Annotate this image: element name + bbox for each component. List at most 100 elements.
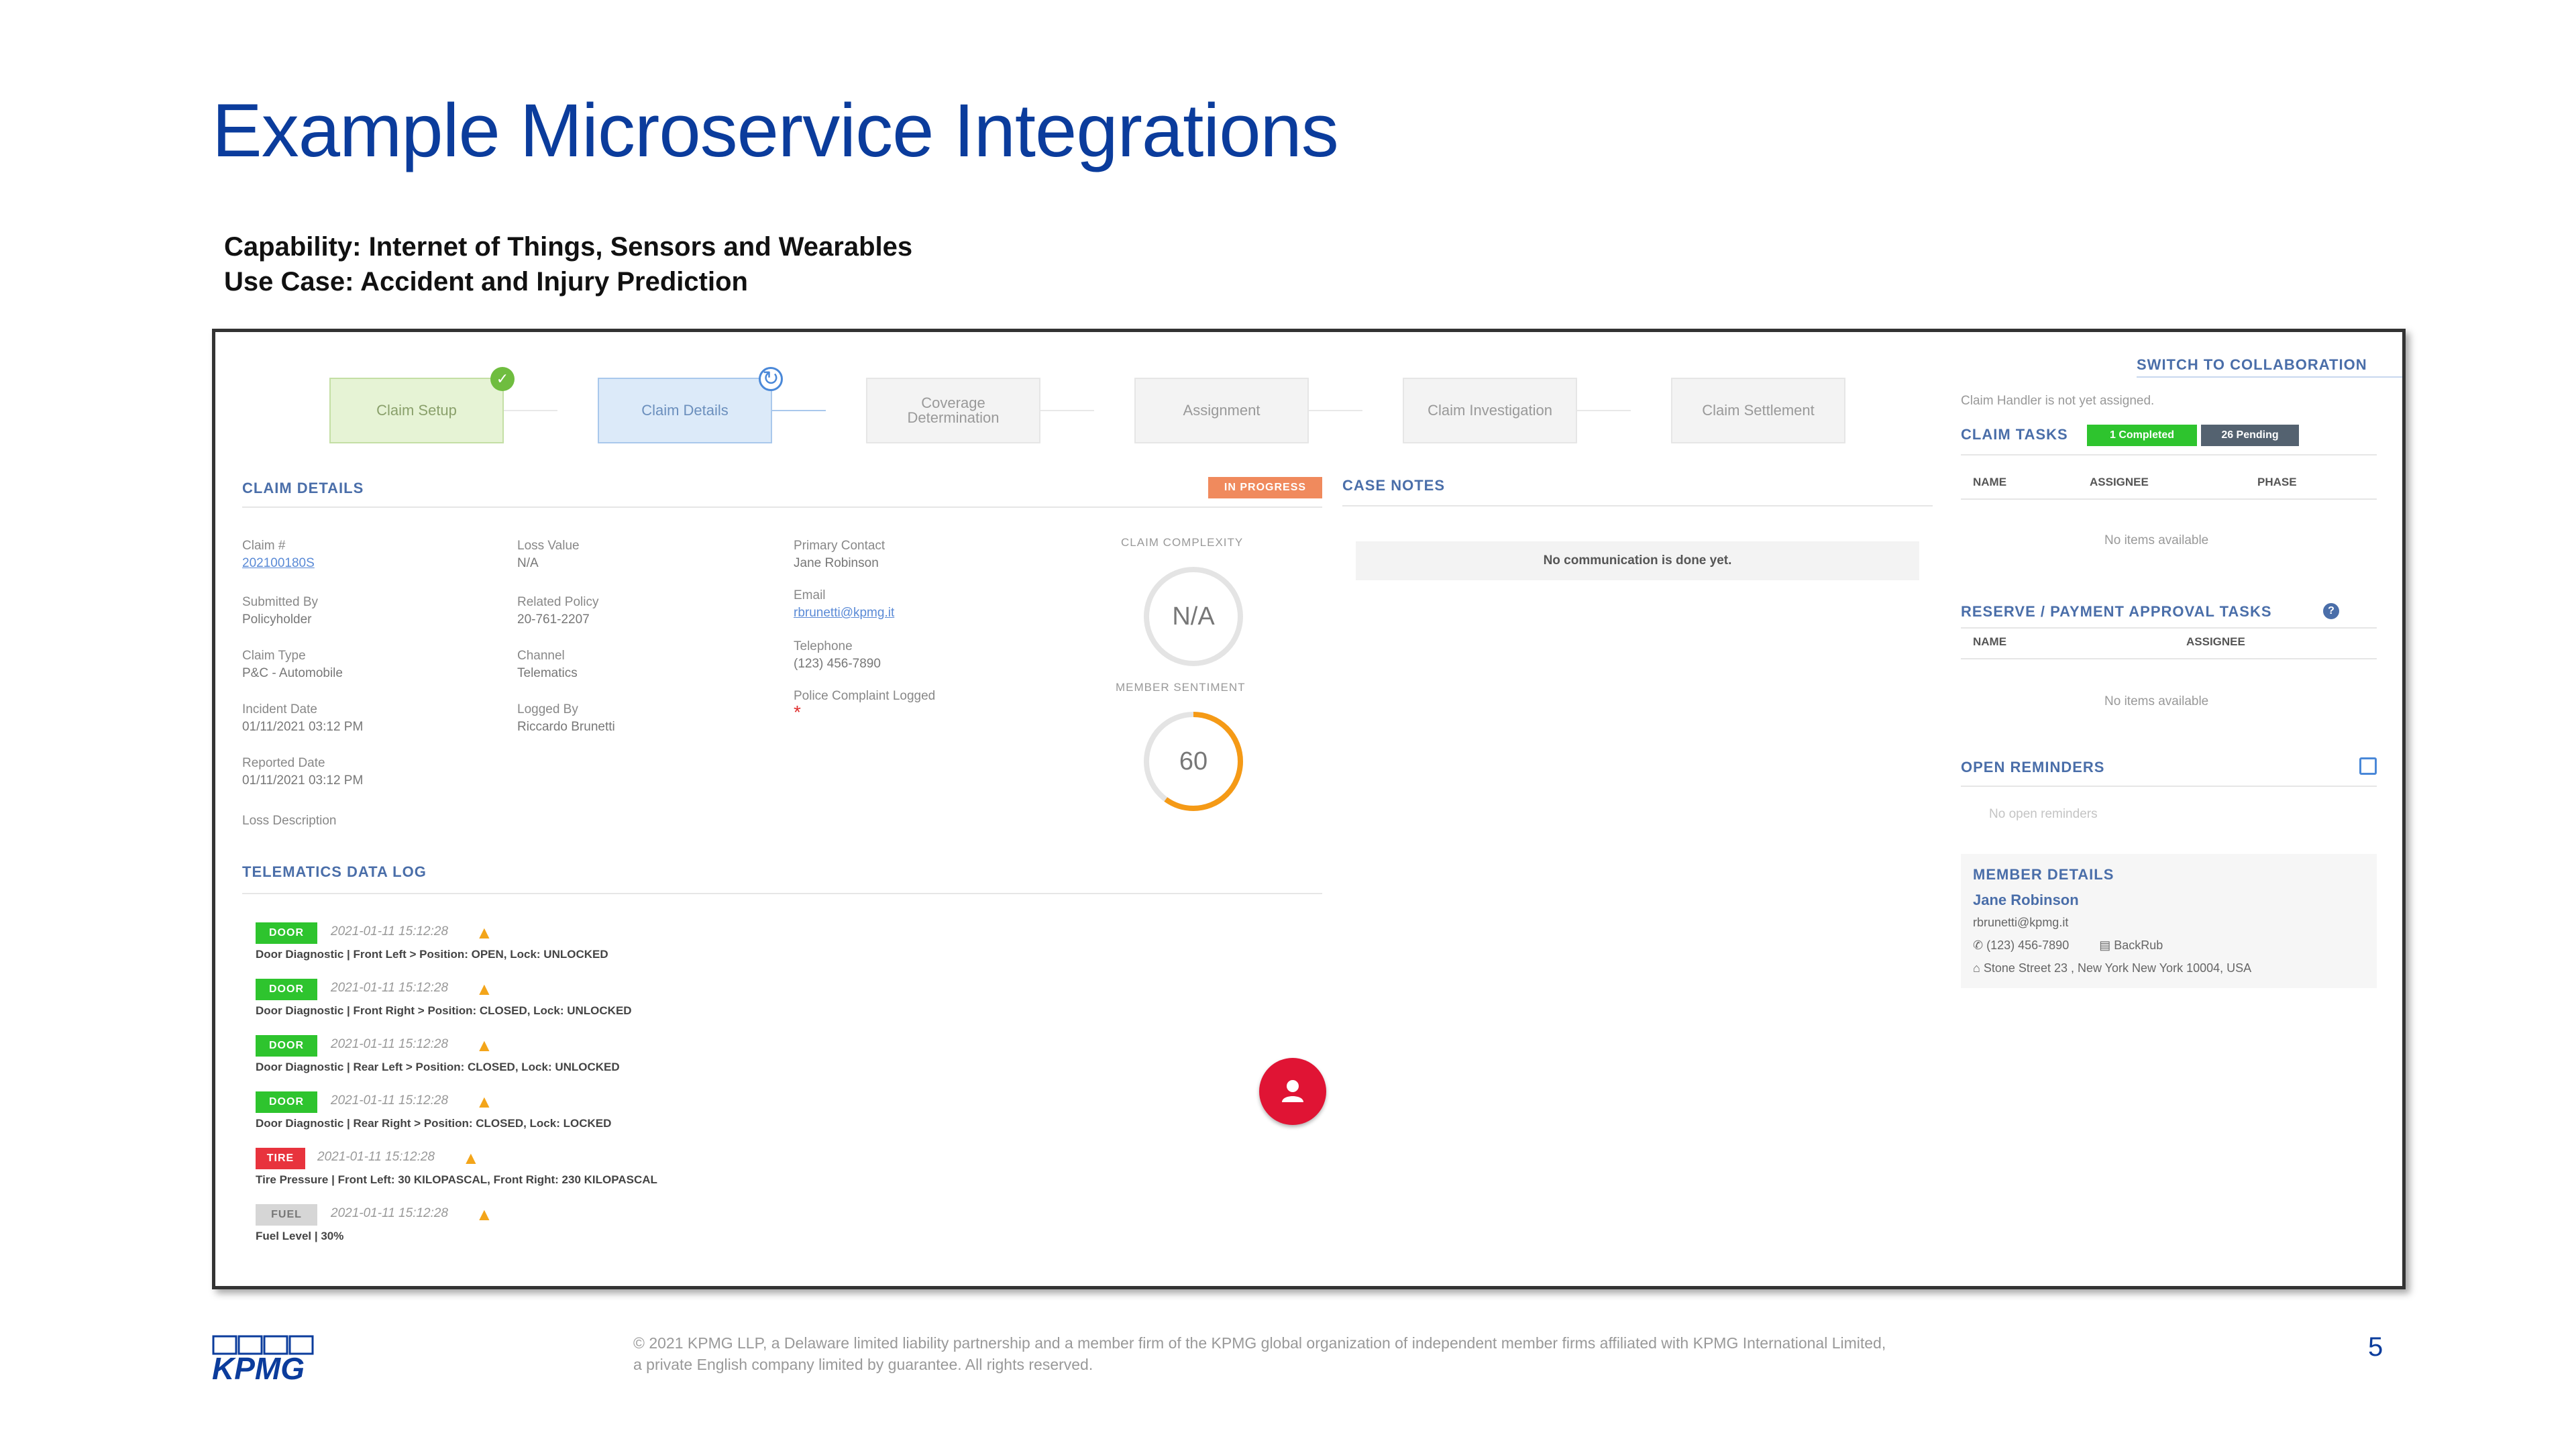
reserve-col-name: NAME <box>1973 635 2007 648</box>
field-incident-date: Incident Date 01/11/2021 03:12 PM <box>242 702 364 734</box>
log-desc: Fuel Level | 30% <box>256 1230 344 1242</box>
log-time: 2021-01-11 15:12:28 <box>331 1093 449 1108</box>
check-icon: ✓ <box>490 367 515 391</box>
member-address: Stone Street 23 , New York New York 1000… <box>1983 961 2252 975</box>
step-label: Coverage Determination <box>907 394 1000 426</box>
log-desc: Door Diagnostic | Front Right > Position… <box>256 1004 632 1017</box>
warning-icon: ▲ <box>476 979 493 999</box>
step-claim-details[interactable]: Claim Details ↻ <box>598 367 783 443</box>
tasks-col-assignee: ASSIGNEE <box>2090 476 2149 488</box>
sentiment-label: MEMBER SENTIMENT <box>1116 681 1246 694</box>
help-icon[interactable]: ? <box>2323 603 2339 619</box>
log-time: 2021-01-11 15:12:28 <box>331 981 449 995</box>
member-details-card: MEMBER DETAILS Jane Robinson rbrunetti@k… <box>1961 854 2377 988</box>
step-coverage-determination[interactable]: Coverage Determination <box>866 378 1040 443</box>
field-channel: Channel Telematics <box>517 649 578 680</box>
field-related-policy: Related Policy 20-761-2207 <box>517 595 599 627</box>
case-notes-heading: CASE NOTES <box>1342 477 1446 494</box>
agent-fab-button[interactable] <box>1259 1058 1326 1125</box>
warning-icon: ▲ <box>462 1148 480 1168</box>
member-contact-row: ✆ (123) 456-7890 ▤ BackRub <box>1973 938 2163 953</box>
complexity-value: N/A <box>1172 602 1215 631</box>
capability-text: Capability: Internet of Things, Sensors … <box>224 232 913 262</box>
complexity-label: CLAIM COMPLEXITY <box>1121 536 1244 549</box>
step-claim-settlement[interactable]: Claim Settlement <box>1671 378 1845 443</box>
log-entry-tire: TIRE 2021-01-11 15:12:28 ▲ Tire Pressure… <box>256 1148 926 1188</box>
step-claim-investigation[interactable]: Claim Investigation <box>1403 378 1577 443</box>
field-loss-description: Loss Description <box>242 814 337 828</box>
footer-legal-text: © 2021 KPMG LLP, a Delaware limited liab… <box>633 1334 1886 1373</box>
log-entry-door-rear-right: DOOR 2021-01-11 15:12:28 ▲ Door Diagnost… <box>256 1091 926 1132</box>
field-telephone: Telephone (123) 456-7890 <box>794 639 881 671</box>
step-assignment[interactable]: Assignment <box>1134 378 1309 443</box>
step-label: Claim Setup <box>376 402 457 419</box>
member-address-row: ⌂ Stone Street 23 , New York New York 10… <box>1973 961 2251 975</box>
member-name[interactable]: Jane Robinson <box>1973 892 2079 909</box>
claim-stepper: Claim Setup ✓ Claim Details ↻ Coverage D… <box>215 332 1933 466</box>
door-tag: DOOR <box>256 1091 317 1113</box>
warning-icon: ▲ <box>476 1204 493 1224</box>
log-entry-door-rear-left: DOOR 2021-01-11 15:12:28 ▲ Door Diagnost… <box>256 1035 926 1075</box>
tasks-col-name: NAME <box>1973 476 2007 488</box>
field-primary-contact: Primary Contact Jane Robinson <box>794 539 885 570</box>
member-details-heading: MEMBER DETAILS <box>1973 866 2114 883</box>
page-number: 5 <box>2368 1332 2383 1362</box>
pending-tasks-pill[interactable]: 26 Pending <box>2201 425 2299 446</box>
log-entry-fuel: FUEL 2021-01-11 15:12:28 ▲ Fuel Level | … <box>256 1204 926 1244</box>
step-claim-setup[interactable]: Claim Setup ✓ <box>329 367 515 443</box>
claim-number-link[interactable]: 202100180S <box>242 555 497 572</box>
log-time: 2021-01-11 15:12:28 <box>331 1037 449 1051</box>
step-label: Claim Investigation <box>1428 402 1552 419</box>
door-tag: DOOR <box>256 1035 317 1057</box>
kpmg-logo: KPMG <box>212 1335 319 1386</box>
field-logged-by: Logged By Riccardo Brunetti <box>517 702 615 734</box>
claim-tasks-heading: CLAIM TASKS <box>1961 426 2068 443</box>
log-entry-door-front-left: DOOR 2021-01-11 15:12:28 ▲ Door Diagnost… <box>256 922 926 963</box>
log-time: 2021-01-11 15:12:28 <box>317 1150 435 1164</box>
reserve-col-assignee: ASSIGNEE <box>2186 635 2245 648</box>
warning-icon: ▲ <box>476 1035 493 1055</box>
field-loss-value: Loss Value N/A <box>517 539 580 570</box>
field-police-complaint: Police Complaint Logged * <box>794 689 936 722</box>
log-desc: Tire Pressure | Front Left: 30 KILOPASCA… <box>256 1173 657 1186</box>
sync-icon: ↻ <box>759 367 783 391</box>
tasks-col-phase: PHASE <box>2257 476 2297 488</box>
log-entry-door-front-right: DOOR 2021-01-11 15:12:28 ▲ Door Diagnost… <box>256 979 926 1019</box>
member-account: BackRub <box>2114 938 2163 952</box>
field-email: Email rbrunetti@kpmg.it <box>794 587 1049 622</box>
step-label: Claim Details <box>641 402 729 419</box>
reserve-tasks-heading: RESERVE / PAYMENT APPROVAL TASKS <box>1961 603 2272 620</box>
use-case-text: Use Case: Accident and Injury Prediction <box>224 267 748 297</box>
step-label: Claim Settlement <box>1702 402 1815 419</box>
case-notes-empty: No communication is done yet. <box>1356 541 1919 580</box>
home-icon: ⌂ <box>1973 961 1980 975</box>
svg-text:KPMG: KPMG <box>212 1351 305 1382</box>
warning-icon: ▲ <box>476 922 493 943</box>
field-reported-date: Reported Date 01/11/2021 03:12 PM <box>242 756 364 788</box>
calendar-icon[interactable] <box>2359 757 2377 775</box>
tasks-empty: No items available <box>2104 533 2209 547</box>
field-claim-type: Claim Type P&C - Automobile <box>242 649 343 680</box>
log-desc: Door Diagnostic | Front Left > Position:… <box>256 948 608 961</box>
reserve-empty: No items available <box>2104 694 2209 708</box>
tire-tag: TIRE <box>256 1148 305 1169</box>
open-reminders-heading: OPEN REMINDERS <box>1961 759 2105 775</box>
claim-details-heading: CLAIM DETAILS <box>242 480 364 496</box>
complexity-gauge: N/A <box>1140 563 1247 670</box>
warning-icon: ▲ <box>476 1091 493 1112</box>
log-desc: Door Diagnostic | Rear Left > Position: … <box>256 1061 620 1073</box>
field-submitted-by: Submitted By Policyholder <box>242 595 318 627</box>
member-phone: (123) 456-7890 <box>1986 938 2070 952</box>
completed-tasks-pill[interactable]: 1 Completed <box>2087 425 2197 446</box>
field-claim-number: Claim # 202100180S <box>242 537 497 572</box>
fuel-tag: FUEL <box>256 1204 317 1226</box>
slide-subtitle: Capability: Internet of Things, Sensors … <box>224 229 912 299</box>
log-desc: Door Diagnostic | Rear Right > Position:… <box>256 1117 612 1130</box>
app-screenshot-frame: Claim Setup ✓ Claim Details ↻ Coverage D… <box>212 329 2406 1289</box>
step-label: Assignment <box>1183 402 1260 419</box>
switch-to-collaboration-link[interactable]: SWITCH TO COLLABORATION <box>2137 356 2367 374</box>
log-time: 2021-01-11 15:12:28 <box>331 1206 449 1220</box>
phone-icon: ✆ <box>1973 938 1984 952</box>
email-link[interactable]: rbrunetti@kpmg.it <box>794 604 1049 622</box>
status-badge: IN PROGRESS <box>1208 477 1322 498</box>
